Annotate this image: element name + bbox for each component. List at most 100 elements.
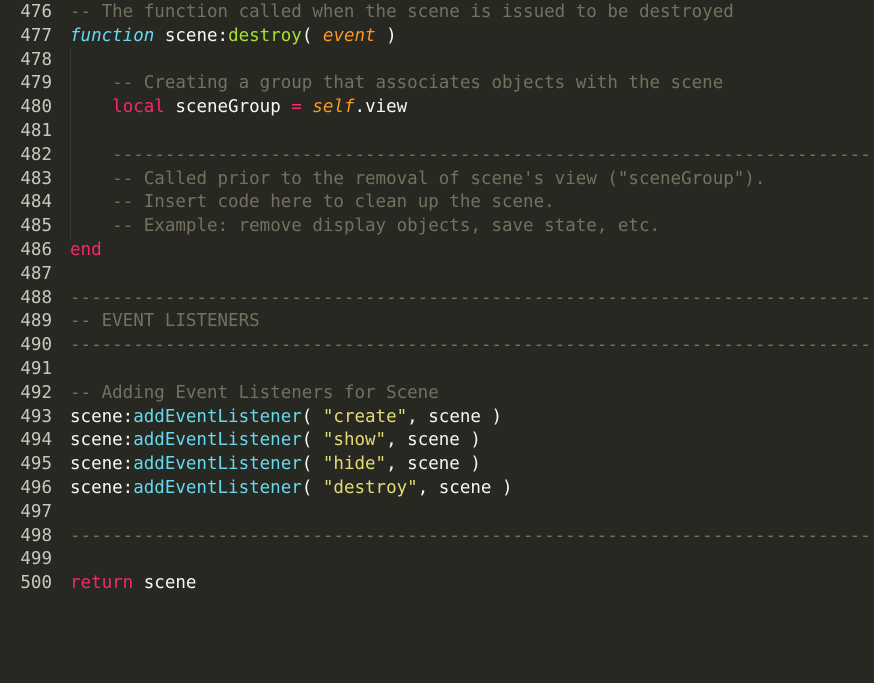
code-line[interactable]: 484 -- Insert code here to clean up the …	[0, 191, 874, 215]
line-number: 487	[20, 263, 52, 284]
code-line[interactable]: 483 -- Called prior to the removal of sc…	[0, 168, 874, 192]
token-plain: (	[301, 454, 323, 475]
token-comment: -- Insert code here to clean up the scen…	[112, 192, 555, 213]
line-number: 481	[20, 121, 52, 141]
code-text: ----------------------------------------…	[70, 525, 874, 549]
code-line[interactable]: 493 scene:addEventListener( "create", sce…	[0, 406, 874, 430]
line-number: 499	[20, 549, 52, 570]
code-line[interactable]: 492 -- Adding Event Listeners for Scene	[0, 382, 874, 406]
code-text: local sceneGroup = self.view	[70, 96, 874, 120]
code-line[interactable]: 490 -------------------------------------…	[0, 334, 874, 358]
code-line[interactable]: 480 local sceneGroup = self.view	[0, 96, 874, 120]
token-plain: scene:	[70, 454, 134, 475]
code-line[interactable]: 485 -- Example: remove display objects, …	[0, 215, 874, 239]
code-text: -- The function called when the scene is…	[70, 1, 874, 25]
code-text: scene:addEventListener( "hide", scene )	[70, 453, 874, 477]
token-param: event	[322, 25, 376, 46]
code-editor[interactable]: 476 -- The function called when the scene…	[0, 0, 874, 683]
token-comment: ----------------------------------------…	[70, 525, 874, 546]
token-storage: function	[70, 25, 155, 46]
token-string: "hide"	[322, 454, 387, 475]
code-line[interactable]: 476 -- The function called when the scene…	[0, 1, 874, 25]
token-comment: ----------------------------------------…	[70, 287, 874, 308]
token-support: addEventListener	[133, 406, 302, 427]
token-plain: (	[301, 478, 323, 498]
line-number: 483	[20, 168, 52, 189]
token-support: addEventListener	[133, 454, 302, 475]
token-plain: )	[375, 25, 397, 46]
line-number: 497	[20, 501, 52, 522]
token-plain: (	[301, 25, 323, 46]
code-line[interactable]: 481	[0, 120, 874, 144]
code-line[interactable]: 479 -- Creating a group that associates …	[0, 72, 874, 96]
token-plain: (	[301, 430, 323, 451]
code-text: ----------------------------------------…	[70, 287, 874, 311]
line-number: 496	[20, 478, 52, 498]
code-line[interactable]: 478	[0, 49, 874, 73]
token-comment: -- Example: remove display objects, save…	[112, 216, 661, 237]
code-text: -- Creating a group that associates obje…	[70, 72, 874, 96]
line-number: 485	[20, 216, 52, 237]
token-plain: .view	[354, 97, 408, 118]
code-text: -- Adding Event Listeners for Scene	[70, 382, 874, 406]
token-comment: ----------------------------------------…	[70, 335, 874, 356]
token-plain: , scene )	[407, 406, 502, 427]
line-number: 486	[20, 240, 52, 260]
code-line[interactable]: 482 ------------------------------------…	[0, 144, 874, 168]
token-plain: scene	[133, 573, 197, 594]
code-line[interactable]: 494 scene:addEventListener( "show", scene…	[0, 429, 874, 453]
code-text: ----------------------------------------…	[70, 144, 874, 168]
token-string: "create"	[322, 406, 408, 427]
line-number: 500	[20, 573, 52, 594]
code-line[interactable]: 495 scene:addEventListener( "hide", scene…	[0, 453, 874, 477]
token-plain: (	[301, 406, 323, 427]
line-number: 492	[20, 382, 52, 403]
code-line[interactable]: 491	[0, 358, 874, 382]
code-line[interactable]: 487	[0, 263, 874, 287]
line-number: 478	[20, 49, 52, 70]
line-number: 489	[20, 311, 52, 332]
token-plain: sceneGroup	[164, 97, 292, 118]
code-text: -- Insert code here to clean up the scen…	[70, 191, 874, 215]
token-comment: -- The function called when the scene is…	[70, 2, 734, 22]
code-text: scene:addEventListener( "destroy", scene…	[70, 477, 874, 501]
line-number: 488	[20, 287, 52, 308]
code-text: scene:addEventListener( "create", scene …	[70, 406, 874, 430]
code-line[interactable]: 498 -------------------------------------…	[0, 525, 874, 549]
code-line[interactable]: 500 return scene	[0, 572, 874, 596]
token-support: addEventListener	[133, 478, 302, 498]
code-text: ----------------------------------------…	[70, 334, 874, 358]
indent-guide	[70, 48, 71, 239]
code-line[interactable]: 496 scene:addEventListener( "destroy", sc…	[0, 477, 874, 501]
token-self: self	[312, 97, 355, 118]
code-line[interactable]: 477 function scene:destroy( event )	[0, 25, 874, 49]
line-number: 480	[20, 97, 52, 118]
line-number: 495	[20, 454, 52, 475]
token-comment: -- Called prior to the removal of scene'…	[112, 168, 766, 189]
line-number: 476	[20, 2, 52, 22]
code-text: -- Called prior to the removal of scene'…	[70, 168, 874, 192]
token-keyword: end	[70, 240, 102, 260]
code-line[interactable]: 488 -------------------------------------…	[0, 287, 874, 311]
line-number: 479	[20, 73, 52, 94]
token-operator: =	[291, 97, 302, 118]
code-text: -- EVENT LISTENERS	[70, 310, 874, 334]
token-keyword: return	[70, 573, 134, 594]
line-number: 484	[20, 192, 52, 213]
code-line[interactable]: 489 -- EVENT LISTENERS	[0, 310, 874, 334]
token-string: "show"	[322, 430, 387, 451]
line-number: 498	[20, 525, 52, 546]
code-text: -- Example: remove display objects, save…	[70, 215, 874, 239]
code-line[interactable]: 497	[0, 501, 874, 525]
code-text: return scene	[70, 572, 874, 596]
code-line[interactable]: 486 end	[0, 239, 874, 263]
code-text: end	[70, 239, 874, 263]
token-keyword: local	[112, 97, 165, 118]
code-line[interactable]: 499	[0, 548, 874, 572]
